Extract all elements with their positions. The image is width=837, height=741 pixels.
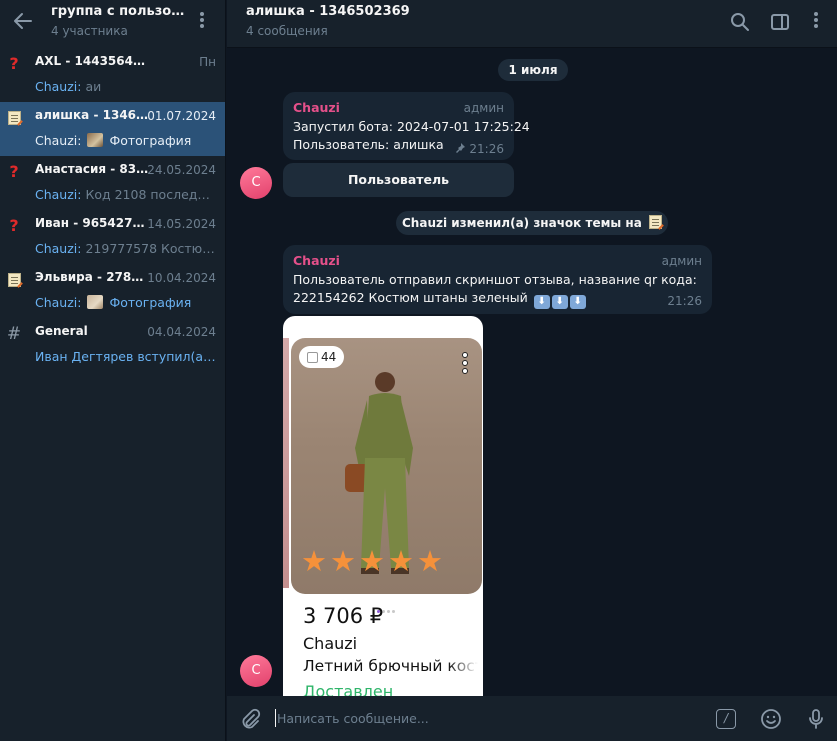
preview-text: Фотография [109, 295, 192, 310]
message-time: 21:26 [667, 294, 702, 308]
chat-item-alishka[interactable]: алишка - 1346502369 01.07.2024 Chauzi: Ф… [0, 102, 225, 156]
date-separator: 1 июля [498, 59, 568, 81]
memo-icon [5, 271, 23, 289]
chat-preview: Иван Дегтярев вступил(а) в группу [35, 349, 217, 364]
message-count: 4 сообщения [246, 24, 328, 38]
preview-text: аи [81, 79, 102, 94]
chat-item-elvira[interactable]: Эльвира - 2782812345 10.04.2024 Chauzi: … [0, 264, 225, 318]
message-input[interactable] [277, 707, 697, 729]
chat-item-general[interactable]: # General 04.04.2024 Иван Дегтярев вступ… [0, 318, 225, 372]
down-arrow-icon: ⬇ [551, 295, 568, 309]
rating-stars: ★★★★★ [301, 544, 446, 578]
preview-sender: Chauzi: [35, 241, 82, 256]
message-text: Запустил бота: 2024-07-01 17:25:24 [293, 119, 530, 134]
pin-icon [456, 143, 465, 153]
delivery-status: Доставлен [303, 682, 394, 696]
search-icon[interactable] [729, 11, 751, 33]
group-header: группа с пользователями 4 участника [0, 0, 225, 48]
message-sender[interactable]: Chauzi [293, 253, 340, 268]
chat-title[interactable]: алишка - 1346502369 [246, 4, 410, 19]
bot-commands-icon[interactable]: / [716, 709, 736, 729]
messages-pane: 1 июля Chauzi админ Запустил бота: 2024-… [227, 49, 837, 696]
previous-photo-strip [283, 338, 289, 588]
chat-date: 24.05.2024 [147, 163, 216, 177]
preview-sender: Chauzi: [35, 295, 82, 310]
message-sender[interactable]: Chauzi [293, 100, 340, 115]
microphone-icon[interactable] [805, 708, 827, 730]
message-bubble[interactable]: Chauzi админ Запустил бота: 2024-07-01 1… [283, 92, 530, 160]
chat-item-anastasia[interactable]: ? Анастасия - 8351234567 24.05.2024 Chau… [0, 156, 225, 210]
chat-date: 14.05.2024 [147, 217, 216, 231]
photo-thumbnail-icon [87, 295, 104, 309]
memo-icon [649, 215, 662, 229]
chat-name: AXL - 1443564037 [35, 54, 149, 68]
group-title[interactable]: группа с пользователями [51, 4, 187, 19]
chat-name: Анастасия - 8351234567 [35, 162, 149, 176]
message-composer: / [227, 696, 837, 741]
product-photo: 44 ★★★★★ [291, 338, 482, 594]
down-arrow-icon: ⬇ [569, 295, 586, 309]
chat-header: алишка - 1346502369 4 сообщения [227, 0, 837, 48]
chat-date: 01.07.2024 [147, 109, 216, 123]
hash-icon: # [6, 324, 22, 344]
chat-name: Эльвира - 2782812345 [35, 270, 149, 284]
preview-text: 219777578 Костюм штаны зеленый [85, 241, 217, 256]
chat-date: Пн [199, 55, 216, 69]
chat-item-axl[interactable]: ? AXL - 1443564037 Пн Chauzi: аи [0, 48, 225, 102]
service-message: Chauzi изменил(а) значок темы на [396, 211, 668, 235]
screenshot-image[interactable]: 44 ★★★★★ 3 706 ₽ Chauzi Летний брючный к… [283, 316, 483, 696]
product-description: Летний брючный костюм [303, 657, 478, 675]
chat-preview: Chauzi: Код 2108 последний [35, 187, 217, 202]
message-text: Пользователь: алишка [293, 137, 444, 152]
message-time: 21:26 [469, 142, 504, 156]
red-question-icon: ? [9, 216, 19, 235]
message-text: 222154262 Костюм штаны зеленый ⬇ ⬇ ⬇ [293, 290, 586, 309]
chat-name: Иван - 965427214 [35, 216, 149, 230]
chat-menu-icon[interactable] [810, 10, 822, 32]
preview-sender: Chauzi: [35, 133, 82, 148]
chat-name: General [35, 324, 88, 338]
telegram-window: группа с пользователями 4 участника ? AX… [0, 0, 837, 741]
user-keyboard-button[interactable]: Пользователь [283, 163, 514, 197]
avatar[interactable]: C [240, 655, 272, 687]
red-question-icon: ? [9, 162, 19, 181]
message-bubble[interactable]: Chauzi админ Пользователь отправил скрин… [283, 245, 712, 314]
down-arrow-icon: ⬇ [533, 295, 550, 309]
preview-sender: Chauzi: [35, 79, 82, 94]
product-brand: Chauzi [303, 634, 358, 653]
service-text: Chauzi изменил(а) значок темы на [402, 216, 642, 230]
group-members-count: 4 участника [51, 24, 128, 38]
chat-preview: Chauzi: аи [35, 79, 217, 94]
photo-count-badge: 44 [299, 346, 345, 368]
chat-date: 10.04.2024 [147, 271, 216, 285]
group-menu-icon[interactable] [196, 10, 208, 32]
chat-preview: Chauzi: Фотография [35, 295, 217, 310]
avatar[interactable]: C [240, 167, 272, 199]
memo-icon [5, 109, 23, 127]
preview-text: Фотография [109, 133, 192, 148]
chat-preview: Chauzi: Фотография [35, 133, 217, 148]
message-text-line: 222154262 Костюм штаны зеленый [293, 290, 528, 305]
sidebar-toggle-icon[interactable] [769, 11, 791, 33]
preview-text: Код 2108 последний [81, 187, 217, 202]
admin-badge: админ [661, 254, 702, 268]
chat-name: алишка - 1346502369 [35, 108, 149, 122]
emoji-icon[interactable] [760, 708, 782, 730]
preview-sender: Chauzi: [35, 187, 82, 202]
chat-date: 04.04.2024 [147, 325, 216, 339]
product-price: 3 706 ₽ [303, 604, 384, 628]
admin-badge: админ [463, 101, 504, 115]
photo-thumbnail-icon [87, 133, 104, 147]
back-arrow-icon[interactable] [12, 10, 34, 32]
message-text: Пользователь отправил скриншот отзыва, н… [293, 272, 697, 287]
text-caret [275, 709, 276, 727]
more-options-icon [462, 352, 470, 378]
attach-icon[interactable] [239, 708, 261, 730]
chat-preview: Chauzi: 219777578 Костюм штаны зеленый [35, 241, 217, 256]
chat-item-ivan[interactable]: ? Иван - 965427214 14.05.2024 Chauzi: 21… [0, 210, 225, 264]
chat-list-pane: группа с пользователями 4 участника ? AX… [0, 0, 226, 741]
red-question-icon: ? [9, 54, 19, 73]
